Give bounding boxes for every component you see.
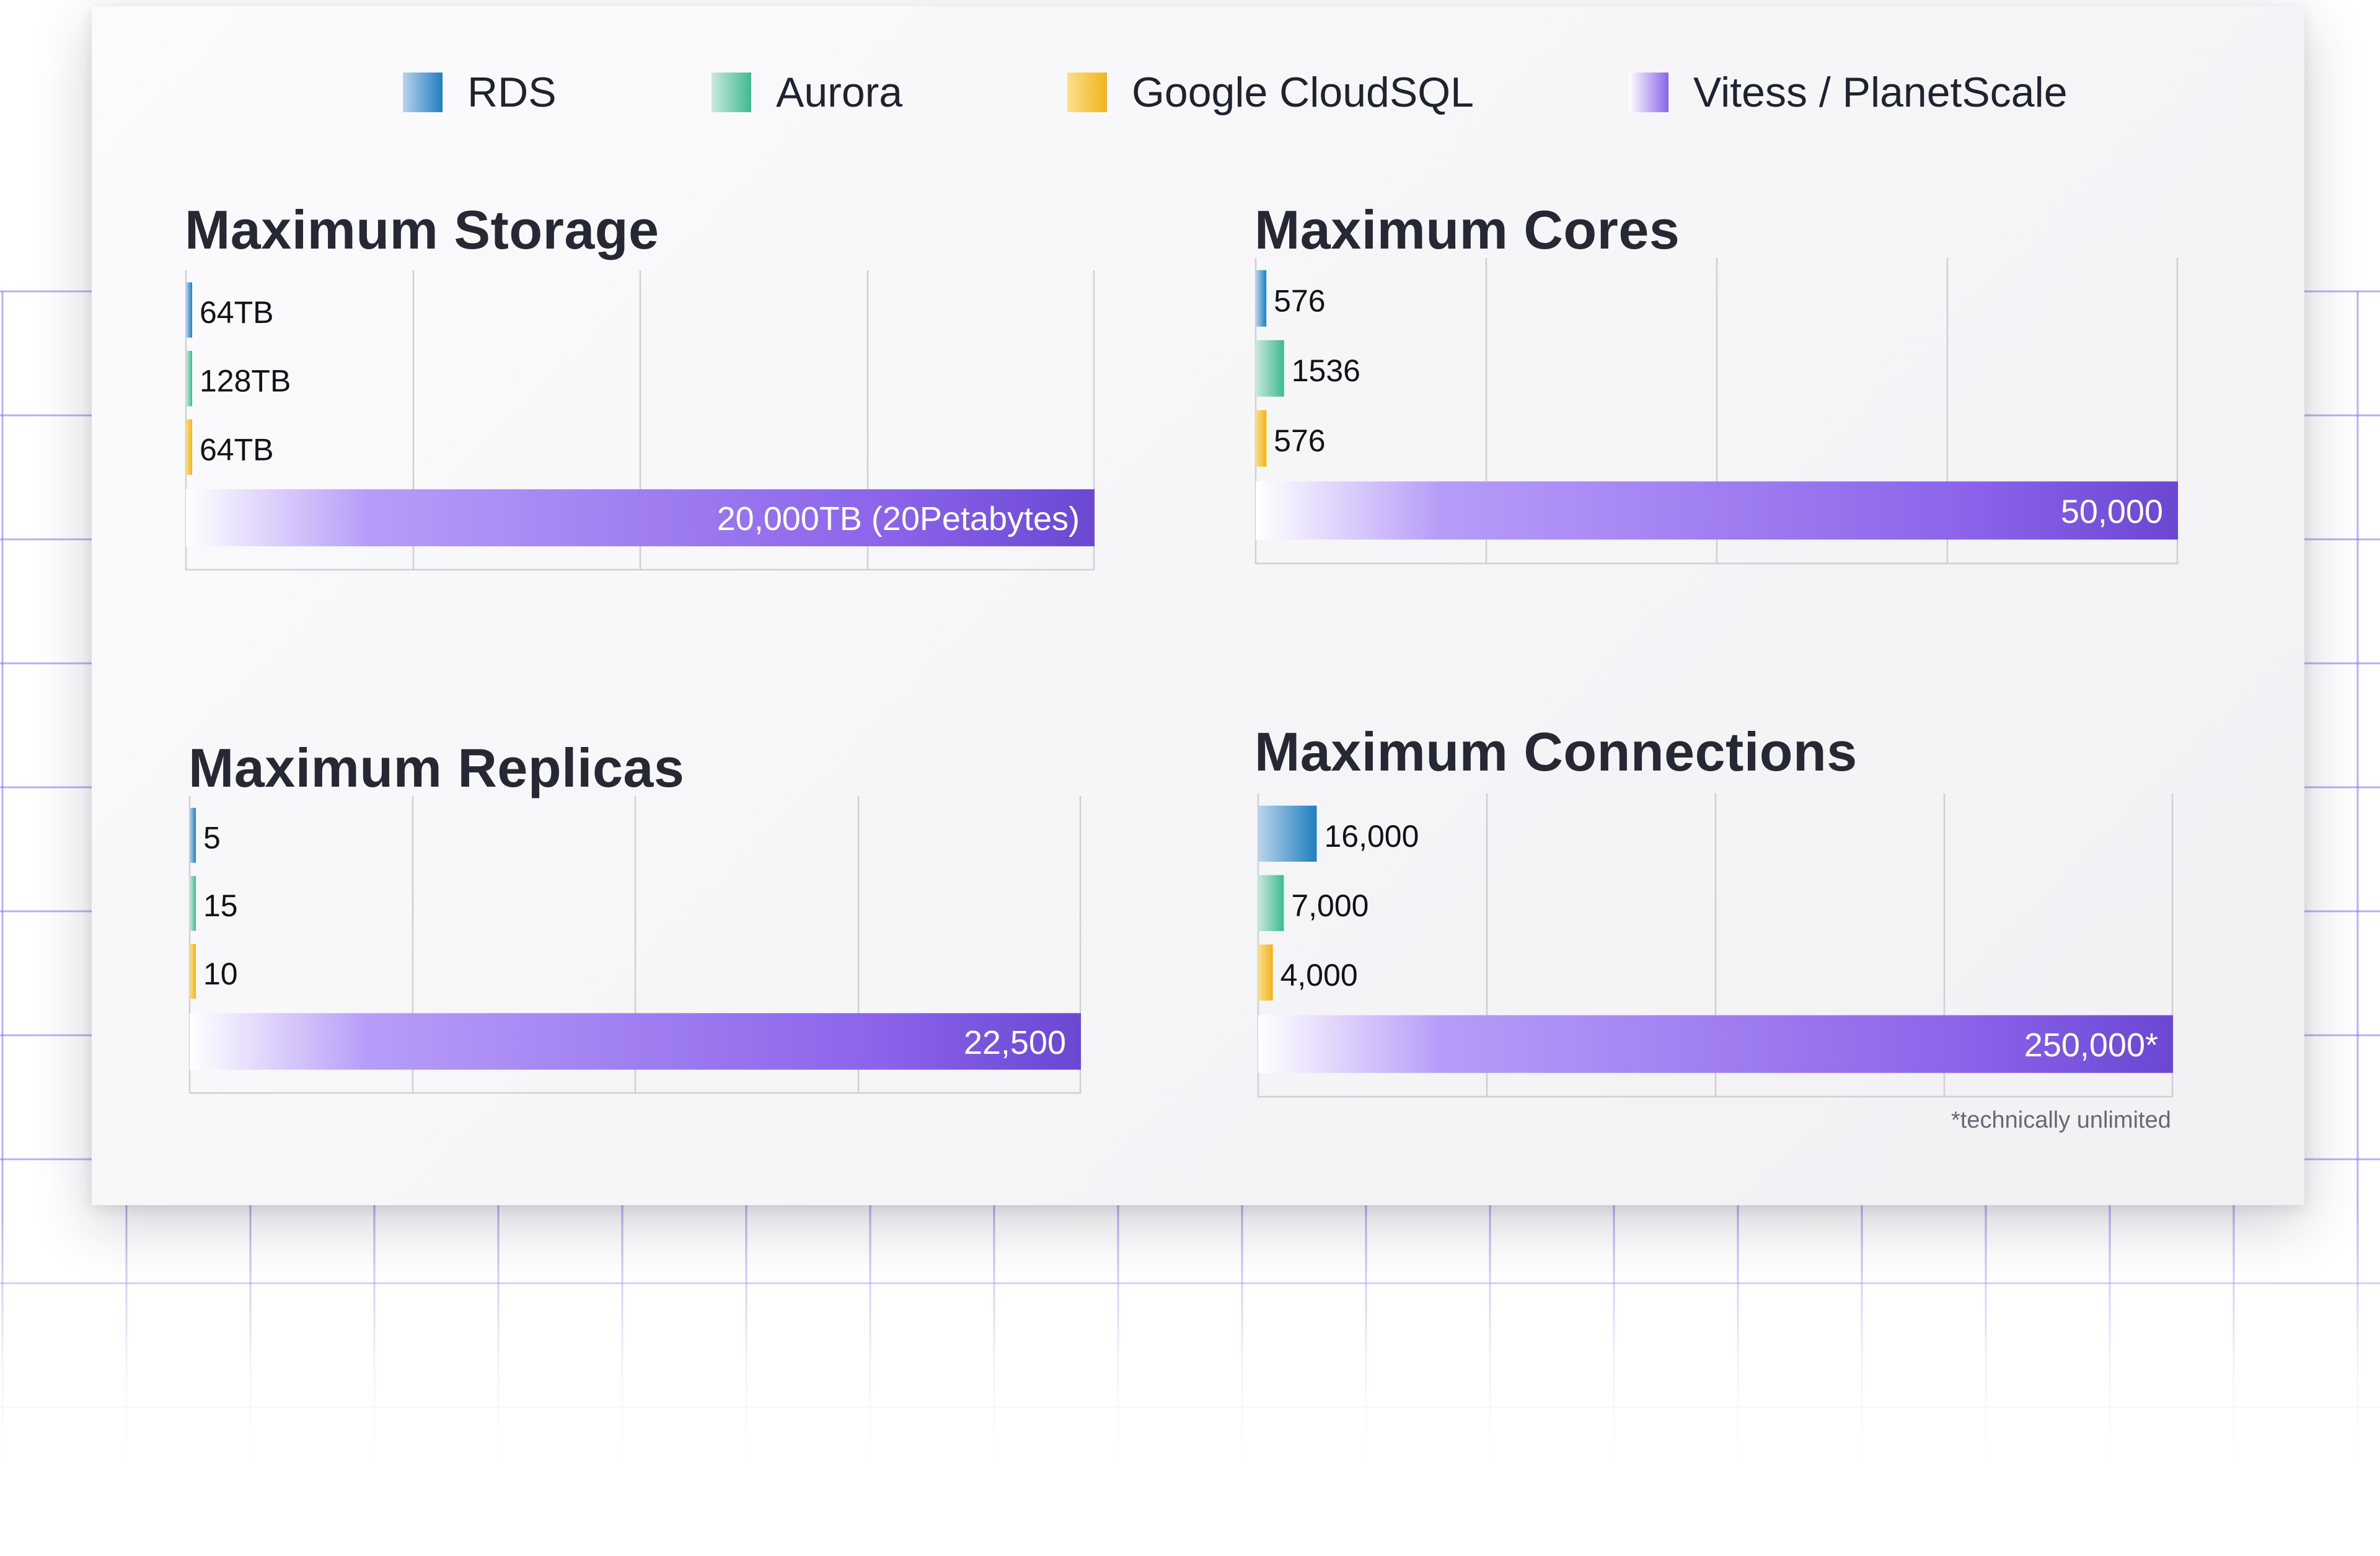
- data-label: 576: [1274, 283, 1325, 318]
- legend-swatch-aurora: [712, 73, 751, 112]
- legend-label: RDS: [467, 69, 557, 116]
- legend-label: Google CloudSQL: [1132, 69, 1474, 116]
- data-label: 50,000: [2061, 493, 2163, 530]
- bar-aurora: [186, 350, 192, 407]
- bar-rds: [1258, 805, 1317, 862]
- data-label: 1536: [1292, 353, 1360, 388]
- footnote: *technically unlimited: [1951, 1107, 2171, 1133]
- legend-item-aurora: Aurora: [712, 68, 902, 117]
- chart-title: Maximum Connections: [1254, 721, 1858, 782]
- plot-area: 64TB 128TB 64TB 20,000TB (20Petabytes): [185, 270, 1095, 571]
- bar-aurora: [1258, 875, 1284, 932]
- plot-area: 576 1536 576 50,000: [1254, 258, 2179, 565]
- chart-title: Maximum Cores: [1254, 199, 1680, 260]
- data-label: 576: [1274, 423, 1325, 458]
- data-label: 4,000: [1280, 958, 1358, 992]
- legend-item-vitess: Vitess / PlanetScale: [1629, 68, 2068, 117]
- legend-swatch-rds: [403, 73, 443, 112]
- bar-rds: [190, 808, 196, 863]
- chart-max-cores: Maximum Cores 576 1536 576 50,000: [1254, 198, 2184, 583]
- data-label: 250,000*: [2024, 1027, 2158, 1064]
- legend-label: Vitess / PlanetScale: [1693, 69, 2068, 116]
- data-label: 16,000: [1324, 819, 1419, 854]
- data-label: 7,000: [1291, 888, 1368, 923]
- legend: RDS Aurora Google CloudSQL Vitess / Plan…: [92, 68, 2304, 124]
- data-label: 20,000TB (20Petabytes): [717, 500, 1080, 537]
- chart-max-replicas: Maximum Replicas 5 15 10 22,500: [188, 736, 1106, 1121]
- data-label: 64TB: [200, 295, 274, 330]
- legend-swatch-cloudsql: [1067, 73, 1107, 112]
- bar-aurora: [190, 875, 196, 931]
- data-label: 5: [203, 820, 221, 855]
- legend-swatch-vitess: [1629, 73, 1668, 112]
- bar-vitess-planetscale: [190, 1013, 1081, 1070]
- bar-rds: [186, 282, 192, 338]
- background-fade: [0, 1209, 2380, 1556]
- bar-vitess-planetscale: [1256, 481, 2178, 540]
- data-label: 64TB: [200, 432, 274, 467]
- legend-item-rds: RDS: [403, 68, 557, 117]
- chart-title: Maximum Replicas: [188, 737, 685, 798]
- data-label: 22,500: [964, 1024, 1066, 1061]
- legend-item-cloudsql: Google CloudSQL: [1067, 68, 1474, 117]
- data-label: 15: [203, 888, 238, 923]
- chart-title: Maximum Storage: [185, 199, 659, 260]
- legend-label: Aurora: [776, 69, 903, 116]
- data-label: 128TB: [200, 364, 291, 399]
- bar-google-cloudsql: [186, 419, 192, 475]
- comparison-card: RDS Aurora Google CloudSQL Vitess / Plan…: [92, 6, 2304, 1205]
- chart-max-connections: Maximum Connections 16,000 7,000 4,000 250,…: [1254, 720, 2184, 1105]
- bar-google-cloudsql: [190, 944, 196, 999]
- bar-rds: [1256, 270, 1267, 327]
- data-label: 10: [203, 957, 238, 991]
- chart-max-storage: Maximum Storage 64TB 128TB 64TB 20,000TB (2…: [185, 198, 1102, 583]
- bar-aurora: [1256, 340, 1284, 397]
- plot-area: 16,000 7,000 4,000 250,000*: [1257, 793, 2174, 1098]
- bar-google-cloudsql: [1258, 944, 1273, 1001]
- plot-area: 5 15 10 22,500: [188, 796, 1082, 1094]
- bar-google-cloudsql: [1256, 410, 1267, 467]
